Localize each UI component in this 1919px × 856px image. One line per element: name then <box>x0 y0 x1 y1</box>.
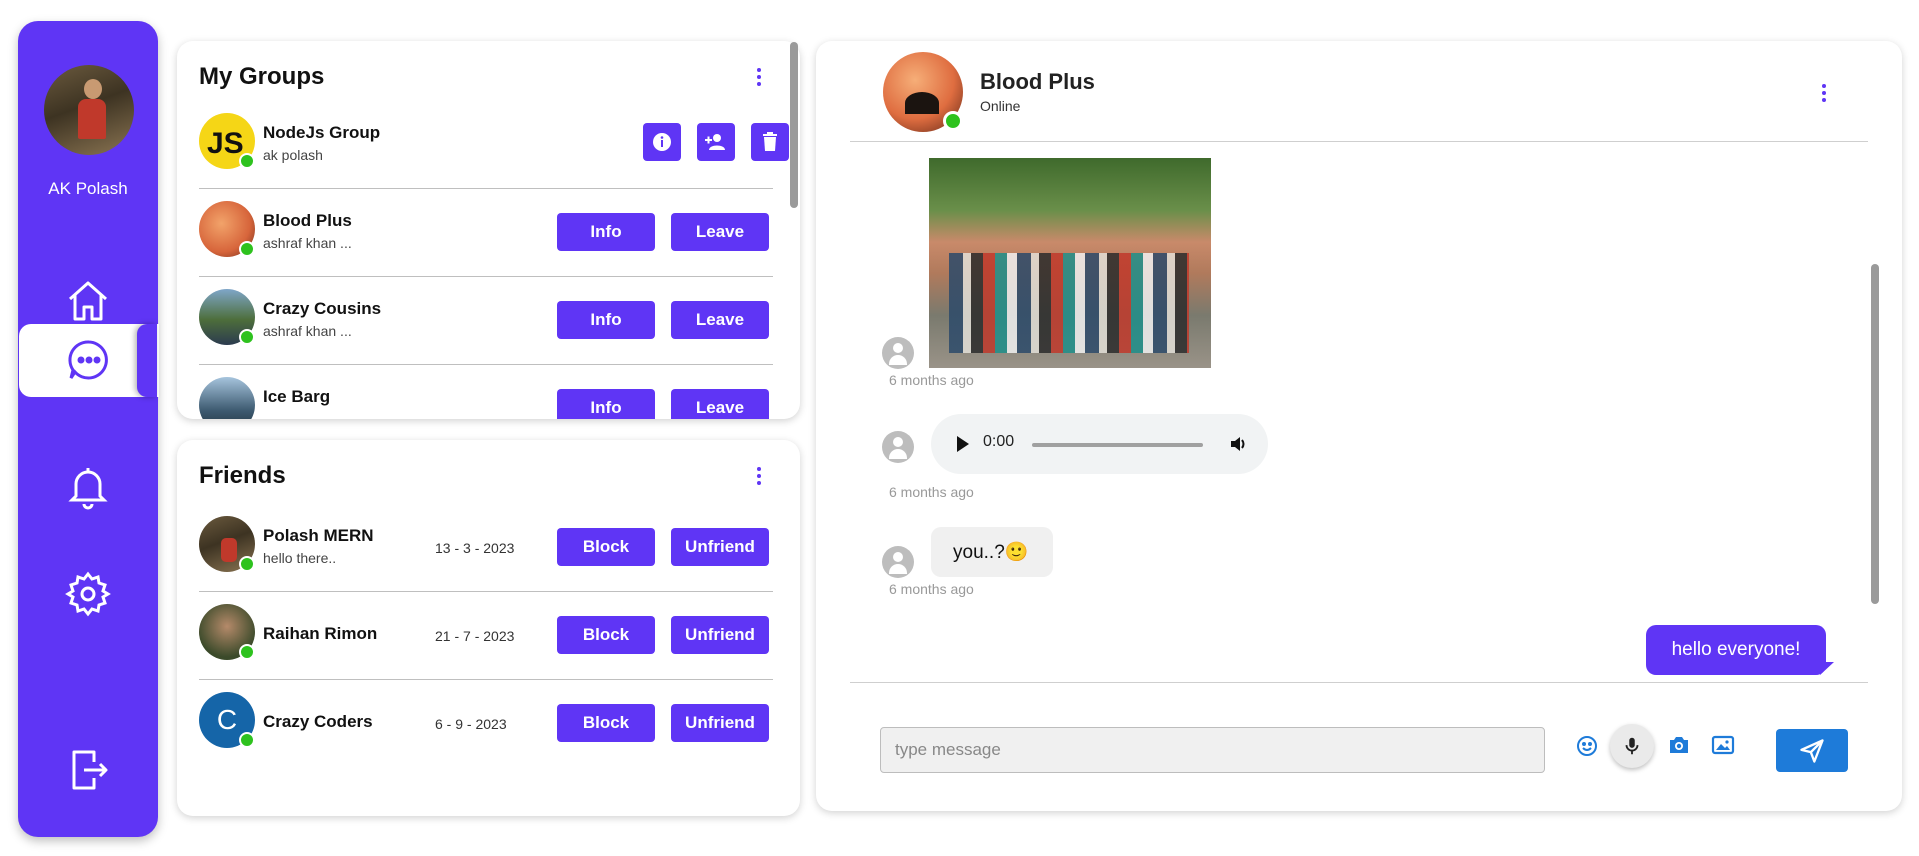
play-icon[interactable] <box>957 436 969 452</box>
groups-menu-icon[interactable] <box>755 68 763 86</box>
audio-current-time: 0:00 <box>983 433 1015 450</box>
add-member-button[interactable] <box>697 123 735 161</box>
bell-icon[interactable] <box>18 456 158 516</box>
group-owner: ashraf khan ... <box>263 323 352 339</box>
audio-progress[interactable] <box>1032 443 1203 447</box>
image-icon[interactable] <box>1709 731 1737 759</box>
gear-icon[interactable] <box>18 564 158 624</box>
chat-icon[interactable] <box>19 330 159 390</box>
online-indicator <box>239 644 255 660</box>
delete-group-button[interactable] <box>751 123 789 161</box>
group-row[interactable]: Blood Plus ashraf khan ... Info Leave <box>199 189 773 277</box>
logout-icon[interactable] <box>18 740 158 800</box>
emoji-icon[interactable] <box>1573 732 1601 760</box>
friend-date: 6 - 9 - 2023 <box>435 716 507 732</box>
chat-menu-icon[interactable] <box>1820 84 1828 102</box>
message-time: 6 months ago <box>889 581 974 597</box>
sender-avatar <box>882 431 914 463</box>
friend-date: 21 - 7 - 2023 <box>435 628 515 644</box>
online-indicator <box>239 329 255 345</box>
chat-scrollbar[interactable] <box>1871 264 1879 604</box>
group-row[interactable]: Ice Barg Info Leave <box>199 365 773 419</box>
group-info-button[interactable] <box>643 123 681 161</box>
friends-title: Friends <box>199 462 286 489</box>
info-button[interactable]: Info <box>557 301 655 339</box>
friend-row[interactable]: Polash MERN hello there.. 13 - 3 - 2023 … <box>199 504 773 592</box>
block-button[interactable]: Block <box>557 704 655 742</box>
chat-header-divider <box>850 141 1868 142</box>
online-indicator <box>943 111 963 131</box>
shared-photo[interactable] <box>929 158 1211 368</box>
online-indicator <box>239 732 255 748</box>
user-avatar[interactable] <box>44 65 134 155</box>
group-name: Blood Plus <box>263 211 352 230</box>
friend-row[interactable]: C Crazy Coders 6 - 9 - 2023 Block Unfrie… <box>199 680 773 768</box>
volume-icon[interactable] <box>1229 434 1249 454</box>
message-time: 6 months ago <box>889 484 974 500</box>
block-button[interactable]: Block <box>557 616 655 654</box>
group-name: NodeJs Group <box>263 123 381 142</box>
info-button[interactable]: Info <box>557 213 655 251</box>
mic-icon[interactable] <box>1610 724 1654 768</box>
message-input[interactable] <box>880 727 1545 773</box>
app: AK Polash My Groups JS NodeJs Group ak p… <box>0 0 1919 856</box>
unfriend-button[interactable]: Unfriend <box>671 704 769 742</box>
friend-name: Raihan Rimon <box>263 624 378 643</box>
audio-player[interactable]: 0:00 <box>931 414 1268 474</box>
friend-date: 13 - 3 - 2023 <box>435 540 515 556</box>
online-indicator <box>239 556 255 572</box>
online-indicator <box>239 241 255 257</box>
groups-title: My Groups <box>199 63 325 90</box>
message-time: 6 months ago <box>889 372 974 388</box>
send-icon <box>1800 738 1824 763</box>
group-name: Crazy Cousins <box>263 299 382 318</box>
sidebar: AK Polash <box>18 21 158 837</box>
last-message: hello there.. <box>263 550 337 566</box>
leave-button[interactable]: Leave <box>671 301 769 339</box>
group-owner: ashraf khan ... <box>263 235 352 251</box>
chat-footer-divider <box>850 682 1868 683</box>
incoming-message: you..?🙂 <box>931 527 1053 577</box>
unfriend-button[interactable]: Unfriend <box>671 616 769 654</box>
bubble-tail <box>1820 662 1834 675</box>
camera-icon[interactable] <box>1665 731 1693 759</box>
chat-name: Blood Plus <box>980 69 1095 94</box>
friend-name: Crazy Coders <box>263 712 373 731</box>
info-button[interactable]: Info <box>557 389 655 419</box>
group-name: Ice Barg <box>263 387 331 406</box>
friend-row[interactable]: Raihan Rimon 21 - 7 - 2023 Block Unfrien… <box>199 592 773 680</box>
groups-scrollbar[interactable] <box>790 42 798 208</box>
leave-button[interactable]: Leave <box>671 389 769 419</box>
user-name: AK Polash <box>48 179 128 198</box>
sender-avatar <box>882 337 914 369</box>
group-owner: ak polash <box>263 147 323 163</box>
send-button[interactable] <box>1776 729 1848 772</box>
chat-status: Online <box>980 98 1021 114</box>
sender-avatar <box>882 546 914 578</box>
leave-button[interactable]: Leave <box>671 213 769 251</box>
ice-barg-avatar <box>199 377 255 419</box>
online-indicator <box>239 153 255 169</box>
friends-menu-icon[interactable] <box>755 467 763 485</box>
groups-card: My Groups JS NodeJs Group ak polash Bloo… <box>177 41 800 419</box>
friends-card: Friends Polash MERN hello there.. 13 - 3… <box>177 440 800 816</box>
block-button[interactable]: Block <box>557 528 655 566</box>
group-row[interactable]: Crazy Cousins ashraf khan ... Info Leave <box>199 277 773 365</box>
outgoing-message: hello everyone! <box>1646 625 1826 675</box>
group-row[interactable]: JS NodeJs Group ak polash <box>199 101 789 189</box>
unfriend-button[interactable]: Unfriend <box>671 528 769 566</box>
home-icon[interactable] <box>18 271 158 331</box>
friend-name: Polash MERN <box>263 526 374 545</box>
